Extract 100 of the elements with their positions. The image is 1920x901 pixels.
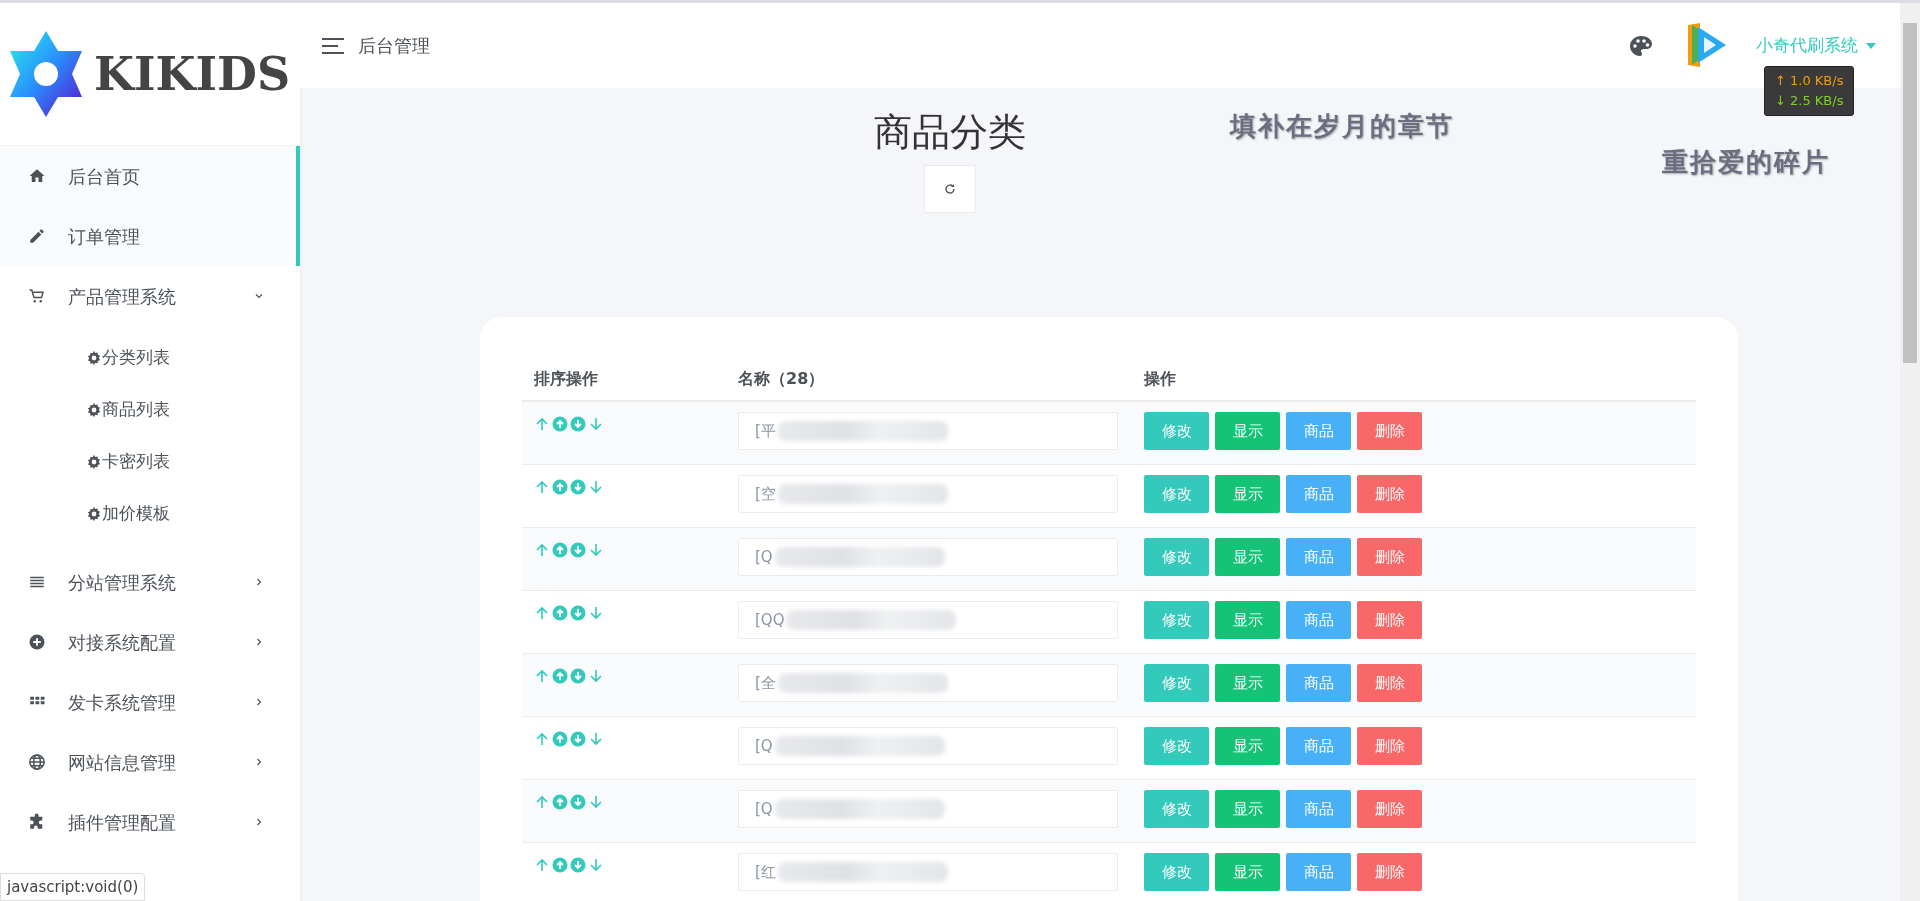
top-icon[interactable]	[552, 857, 568, 873]
scrollbar[interactable]	[1900, 3, 1920, 901]
refresh-icon	[944, 183, 956, 195]
products-button[interactable]: 商品	[1286, 601, 1351, 639]
palette-icon[interactable]	[1630, 35, 1652, 56]
move-down-icon[interactable]	[588, 542, 604, 558]
show-button[interactable]: 显示	[1215, 538, 1280, 576]
show-button[interactable]: 显示	[1215, 727, 1280, 765]
move-down-icon[interactable]	[588, 857, 604, 873]
floating-text: 填补在岁月的章节	[1230, 110, 1454, 143]
delete-button[interactable]: 删除	[1357, 412, 1422, 450]
submenu-item[interactable]: 加价模板	[0, 488, 300, 540]
gear-icon	[86, 454, 102, 470]
products-button[interactable]: 商品	[1286, 475, 1351, 513]
bottom-icon[interactable]	[570, 857, 586, 873]
name-field[interactable]: [全	[738, 664, 1118, 702]
name-field[interactable]: [Q	[738, 727, 1118, 765]
gear-icon	[86, 350, 102, 366]
bottom-icon[interactable]	[570, 542, 586, 558]
top-icon[interactable]	[552, 605, 568, 621]
move-up-icon[interactable]	[534, 479, 550, 495]
name-field[interactable]: [红	[738, 853, 1118, 891]
bottom-icon[interactable]	[570, 794, 586, 810]
submenu-item[interactable]: 商品列表	[0, 384, 300, 436]
show-button[interactable]: 显示	[1215, 601, 1280, 639]
move-up-icon[interactable]	[534, 731, 550, 747]
move-up-icon[interactable]	[534, 668, 550, 684]
sidebar-item[interactable]: 对接系统配置	[0, 612, 300, 672]
move-up-icon[interactable]	[534, 857, 550, 873]
bottom-icon[interactable]	[570, 668, 586, 684]
sidebar-item[interactable]: 产品管理系统	[0, 266, 300, 326]
delete-button[interactable]: 删除	[1357, 790, 1422, 828]
edit-button[interactable]: 修改	[1144, 664, 1209, 702]
refresh-button[interactable]	[924, 165, 976, 213]
products-button[interactable]: 商品	[1286, 412, 1351, 450]
show-button[interactable]: 显示	[1215, 664, 1280, 702]
top-icon[interactable]	[552, 416, 568, 432]
products-button[interactable]: 商品	[1286, 853, 1351, 891]
edit-button[interactable]: 修改	[1144, 412, 1209, 450]
move-up-icon[interactable]	[534, 542, 550, 558]
show-button[interactable]: 显示	[1215, 412, 1280, 450]
header-title: 后台管理	[358, 34, 430, 58]
move-down-icon[interactable]	[588, 731, 604, 747]
delete-button[interactable]: 删除	[1357, 664, 1422, 702]
name-field[interactable]: [QQ	[738, 601, 1118, 639]
top-icon[interactable]	[552, 731, 568, 747]
user-dropdown[interactable]: 小奇代刷系统	[1756, 32, 1876, 59]
sidebar-item[interactable]: 分站管理系统	[0, 552, 300, 612]
move-down-icon[interactable]	[588, 605, 604, 621]
menu-icon[interactable]	[322, 37, 344, 54]
top-icon[interactable]	[552, 479, 568, 495]
top-icon[interactable]	[552, 542, 568, 558]
move-down-icon[interactable]	[588, 479, 604, 495]
pencil-icon	[28, 227, 46, 245]
edit-button[interactable]: 修改	[1144, 853, 1209, 891]
bottom-icon[interactable]	[570, 479, 586, 495]
delete-button[interactable]: 删除	[1357, 538, 1422, 576]
move-down-icon[interactable]	[588, 416, 604, 432]
page-title: 商品分类	[874, 109, 1026, 156]
edit-button[interactable]: 修改	[1144, 601, 1209, 639]
products-button[interactable]: 商品	[1286, 664, 1351, 702]
bottom-icon[interactable]	[570, 416, 586, 432]
scrollbar-thumb[interactable]	[1903, 23, 1917, 363]
show-button[interactable]: 显示	[1215, 853, 1280, 891]
products-button[interactable]: 商品	[1286, 538, 1351, 576]
edit-button[interactable]: 修改	[1144, 790, 1209, 828]
delete-button[interactable]: 删除	[1357, 601, 1422, 639]
edit-button[interactable]: 修改	[1144, 727, 1209, 765]
sidebar-item[interactable]: 网站信息管理	[0, 732, 300, 792]
bottom-icon[interactable]	[570, 731, 586, 747]
move-up-icon[interactable]	[534, 416, 550, 432]
show-button[interactable]: 显示	[1215, 790, 1280, 828]
submenu-item[interactable]: 分类列表	[0, 332, 300, 384]
sidebar-item[interactable]: 后台首页	[0, 146, 300, 206]
edit-button[interactable]: 修改	[1144, 475, 1209, 513]
name-field[interactable]: [Q	[738, 538, 1118, 576]
cart-icon	[28, 287, 46, 305]
top-icon[interactable]	[552, 668, 568, 684]
sidebar-item[interactable]: 订单管理	[0, 206, 300, 266]
show-button[interactable]: 显示	[1215, 475, 1280, 513]
products-button[interactable]: 商品	[1286, 790, 1351, 828]
globe-icon	[28, 753, 46, 771]
submenu-item[interactable]: 卡密列表	[0, 436, 300, 488]
name-field[interactable]: [Q	[738, 790, 1118, 828]
move-down-icon[interactable]	[588, 668, 604, 684]
delete-button[interactable]: 删除	[1357, 727, 1422, 765]
bottom-icon[interactable]	[570, 605, 586, 621]
products-button[interactable]: 商品	[1286, 727, 1351, 765]
top-icon[interactable]	[552, 794, 568, 810]
move-down-icon[interactable]	[588, 794, 604, 810]
delete-button[interactable]: 删除	[1357, 475, 1422, 513]
name-field[interactable]: [平	[738, 412, 1118, 450]
sidebar-item[interactable]: 插件管理配置	[0, 792, 300, 852]
move-up-icon[interactable]	[534, 605, 550, 621]
caret-icon	[1866, 42, 1876, 49]
delete-button[interactable]: 删除	[1357, 853, 1422, 891]
move-up-icon[interactable]	[534, 794, 550, 810]
edit-button[interactable]: 修改	[1144, 538, 1209, 576]
sidebar-item[interactable]: 发卡系统管理	[0, 672, 300, 732]
name-field[interactable]: [空	[738, 475, 1118, 513]
